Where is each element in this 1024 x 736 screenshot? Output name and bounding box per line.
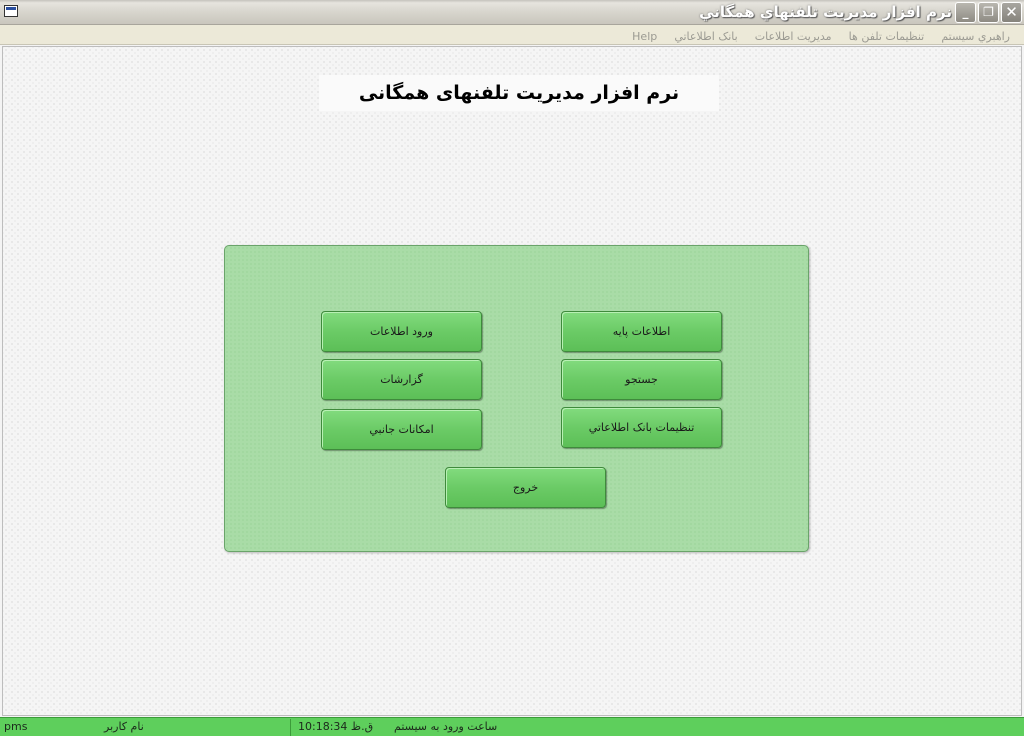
main-menu-panel: اطلاعات پایه ورود اطلاعات جستجو گزارشات … xyxy=(224,245,809,552)
status-user-value: pms xyxy=(4,720,28,733)
window-title: نرم افزار مدیریت تلفنهاي همگاني xyxy=(699,3,952,21)
base-info-button[interactable]: اطلاعات پایه xyxy=(561,311,722,352)
side-features-button[interactable]: امکانات جانبي xyxy=(321,409,482,450)
minimize-button[interactable]: _ xyxy=(955,2,976,23)
reports-button[interactable]: گزارشات xyxy=(321,359,482,400)
restore-button[interactable]: ❐ xyxy=(978,2,999,23)
main-area: نرم افزار مدیریت تلفنهای همگانی اطلاعات … xyxy=(2,46,1022,716)
status-login-label: ساعت ورود به سيستم xyxy=(394,720,498,733)
menu-item-help[interactable]: Help xyxy=(626,27,663,47)
menu-item-database[interactable]: بانک اطلاعاتي xyxy=(668,27,743,47)
data-entry-button[interactable]: ورود اطلاعات xyxy=(321,311,482,352)
title-bar: نرم افزار مدیریت تلفنهاي همگاني _ ❐ ✕ xyxy=(0,0,1024,25)
close-button[interactable]: ✕ xyxy=(1001,2,1022,23)
menu-bar: راهبري سيستم تنظيمات تلفن ها مديريت اطلا… xyxy=(0,25,1024,45)
status-divider xyxy=(290,719,291,736)
database-settings-button[interactable]: تنظيمات بانک اطلاعاتي xyxy=(561,407,722,448)
status-user-label: نام کاربر xyxy=(104,720,144,733)
app-icon[interactable] xyxy=(4,5,18,17)
exit-button[interactable]: خروج xyxy=(445,467,606,508)
menu-item-data-management[interactable]: مديريت اطلاعات xyxy=(749,27,838,47)
menu-item-phone-settings[interactable]: تنظيمات تلفن ها xyxy=(843,27,931,47)
status-bar: pms نام کاربر ق.ظ 10:18:34 ساعت ورود به … xyxy=(0,717,1024,736)
search-button[interactable]: جستجو xyxy=(561,359,722,400)
menu-item-system-admin[interactable]: راهبري سيستم xyxy=(935,27,1016,47)
page-title: نرم افزار مدیریت تلفنهای همگانی xyxy=(319,75,719,111)
status-login-time: ق.ظ 10:18:34 xyxy=(298,720,374,733)
